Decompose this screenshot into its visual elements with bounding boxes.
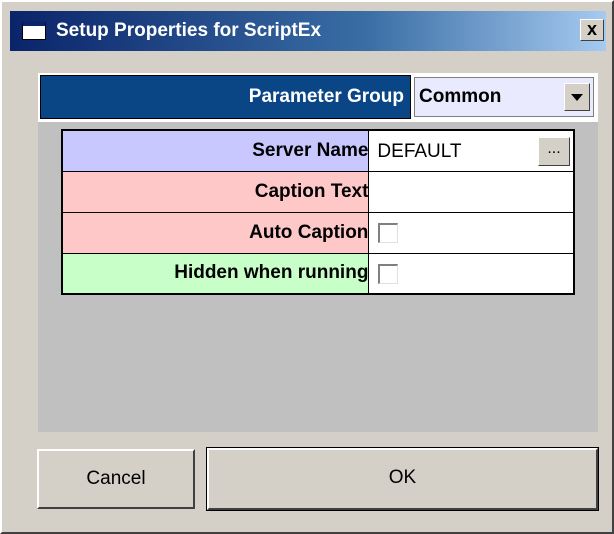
- auto-caption-checkbox[interactable]: [378, 222, 399, 243]
- caption-text-field[interactable]: [368, 170, 575, 213]
- property-label: Caption Text: [61, 170, 370, 213]
- ok-button[interactable]: OK: [206, 447, 599, 511]
- hidden-when-running-cell: [368, 252, 575, 295]
- title-bar[interactable]: Setup Properties for ScriptEx x: [10, 11, 606, 51]
- parameter-group-select[interactable]: Common: [414, 77, 594, 117]
- property-row-auto-caption: Auto Caption: [61, 211, 575, 254]
- chevron-down-icon: [571, 94, 583, 101]
- hidden-when-running-checkbox[interactable]: [378, 263, 399, 284]
- window-title: Setup Properties for ScriptEx: [56, 20, 322, 41]
- property-label: Auto Caption: [61, 211, 370, 254]
- property-label: Hidden when running: [61, 252, 370, 295]
- cancel-button[interactable]: Cancel: [37, 449, 195, 509]
- server-name-value: DEFAULT: [377, 141, 462, 162]
- browse-server-button[interactable]: ...: [538, 137, 570, 166]
- window-icon: [22, 21, 46, 40]
- dropdown-button[interactable]: [564, 83, 590, 111]
- parameter-group-label: Parameter Group: [40, 75, 411, 119]
- property-label: Server Name: [61, 129, 370, 172]
- parameter-group-row: Parameter Group Common: [38, 73, 598, 122]
- auto-caption-cell: [368, 211, 575, 254]
- properties-panel: Parameter Group Common Server Name DEFAU…: [38, 73, 598, 432]
- close-button[interactable]: x: [580, 19, 604, 41]
- property-row-hidden-when-running: Hidden when running: [61, 252, 575, 295]
- setup-properties-dialog: Setup Properties for ScriptEx x Paramete…: [0, 0, 614, 534]
- property-row-caption-text: Caption Text: [61, 170, 575, 213]
- server-name-field[interactable]: DEFAULT ...: [368, 129, 575, 172]
- property-row-server-name: Server Name DEFAULT ...: [61, 129, 575, 172]
- parameter-group-value: Common: [419, 86, 502, 107]
- properties-grid: Server Name DEFAULT ... Caption Text Aut…: [61, 129, 575, 295]
